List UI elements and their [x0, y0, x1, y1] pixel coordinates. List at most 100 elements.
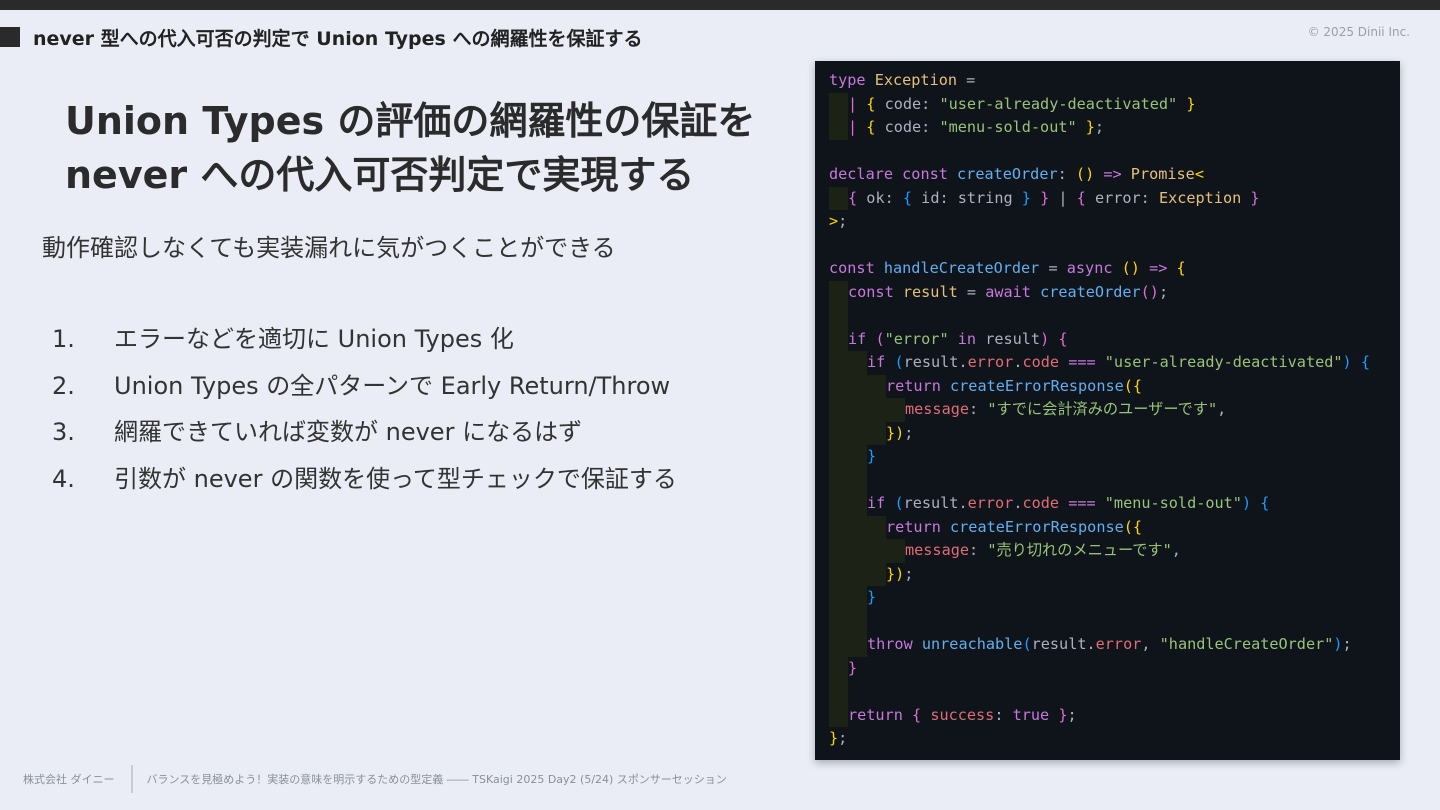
code-token: ; — [904, 564, 914, 583]
code-token: id: string — [921, 188, 1022, 207]
code-token: = — [966, 71, 976, 89]
code-line: type Exception = — [829, 69, 1400, 93]
indent-guide — [829, 609, 848, 633]
code-token: } — [1021, 188, 1041, 207]
indent-guide — [829, 586, 848, 610]
slide-heading: Union Types の評価の網羅性の保証を never への代入可否判定で実… — [65, 94, 785, 202]
code-token: return — [886, 376, 951, 395]
code-token: return — [848, 705, 913, 724]
code-token: } — [829, 729, 839, 747]
indent-guide — [829, 304, 848, 328]
indent-guide — [829, 562, 848, 586]
footer-session: バランスを見極めよう！実装の意味を明示するための型定義 ―― TSKaigi 2… — [146, 773, 727, 786]
code-token: if — [867, 353, 895, 371]
code-token: . — [1013, 494, 1023, 512]
steps-list: 1. エラーなどを適切に Union Types 化 2. Union Types … — [52, 318, 677, 504]
code-token: } — [1076, 118, 1095, 136]
code-token: Promise — [1130, 165, 1195, 183]
code-token: return — [886, 517, 951, 536]
indent-guide — [829, 351, 848, 375]
code-token: . — [1013, 353, 1023, 371]
code-token: error — [967, 494, 1014, 512]
indent-guide — [829, 92, 848, 116]
indent-guide — [848, 468, 867, 492]
indent-guide — [848, 515, 867, 539]
indent-guide — [829, 656, 848, 680]
code-line: message: "売り切れのメニューです", — [829, 539, 1400, 563]
code-line — [829, 304, 1400, 328]
code-token: unreachable — [921, 635, 1023, 653]
code-token: } — [1040, 188, 1059, 207]
indent-guide — [848, 374, 867, 398]
list-item: 1. エラーなどを適切に Union Types 化 — [52, 318, 677, 365]
code-token: code — [1022, 353, 1069, 371]
code-token: handleCreateOrder — [883, 259, 1049, 277]
code-line: }); — [829, 562, 1400, 586]
indent-guide — [848, 609, 867, 633]
code-line: if (result. error. code === "user-already-… — [829, 351, 1400, 375]
code-token: ( — [894, 353, 904, 371]
code-token: } — [1058, 705, 1068, 724]
code-token: ({ — [1123, 517, 1143, 536]
code-token: < — [1194, 165, 1204, 183]
code-line: const result = await createOrder(); — [829, 280, 1400, 304]
code-token: ) — [1040, 329, 1059, 348]
code-token: } — [1177, 94, 1196, 113]
code-token: = — [966, 282, 986, 301]
code-token: } — [1250, 188, 1260, 207]
code-token: : — [969, 400, 988, 418]
indent-guide — [867, 515, 886, 539]
code-token: async — [1066, 259, 1122, 277]
code-token: result — [985, 329, 1041, 348]
code-token: "売り切れのメニューです" — [987, 541, 1172, 559]
code-line: throw unreachable(result. error, "handleC… — [829, 633, 1400, 657]
indent-guide — [867, 421, 886, 445]
code-line: | { code: "user-already-deactivated" } — [829, 92, 1400, 116]
code-token: Exception — [874, 71, 967, 89]
code-token: code — [1022, 494, 1069, 512]
code-line: }; — [829, 727, 1400, 751]
code-token: Exception — [1158, 188, 1251, 207]
code-token: ; — [1342, 635, 1352, 653]
code-token: createOrder — [957, 165, 1058, 183]
code-token: "handleCreateOrder" — [1159, 635, 1334, 653]
code-token: ; — [1067, 705, 1077, 724]
step-text: 網羅できていれば変数が never になるはず — [114, 418, 583, 446]
code-line: return createErrorResponse({ — [829, 374, 1400, 398]
code-token: if — [848, 329, 876, 348]
indent-guide — [848, 586, 867, 610]
code-token: result. — [903, 353, 968, 371]
code-token: result. — [903, 494, 968, 512]
code-token: in — [957, 329, 986, 348]
code-token: ; — [1094, 118, 1105, 136]
code-line: } — [829, 445, 1400, 469]
indent-guide — [829, 421, 848, 445]
code-token: > — [829, 212, 839, 230]
code-token: const — [829, 259, 884, 277]
step-text: エラーなどを適切に Union Types 化 — [114, 325, 514, 353]
code-token: : — [1057, 165, 1076, 183]
top-bar — [0, 0, 1440, 10]
indent-guide — [867, 374, 886, 398]
step-number: 1. — [52, 325, 75, 353]
code-token: | — [848, 94, 867, 113]
indent-guide — [829, 703, 848, 727]
code-line: if ("error" in result) { — [829, 327, 1400, 351]
indent-guide — [829, 515, 848, 539]
indent-guide — [848, 445, 867, 469]
code-line: return createErrorResponse({ — [829, 515, 1400, 539]
code-token: () — [1140, 282, 1159, 301]
code-token: { — [902, 188, 922, 207]
indent-guide — [848, 633, 867, 657]
step-number: 3. — [52, 418, 75, 446]
code-token: error — [1095, 635, 1142, 653]
code-line: const handleCreateOrder = async () => { — [829, 257, 1400, 281]
code-token: ) — [1333, 635, 1343, 653]
code-token: "error" — [884, 329, 958, 348]
step-number: 4. — [52, 464, 75, 493]
step-number: 2. — [52, 371, 75, 400]
code-token: ; — [838, 729, 848, 747]
code-token: ) { — [1241, 494, 1270, 512]
